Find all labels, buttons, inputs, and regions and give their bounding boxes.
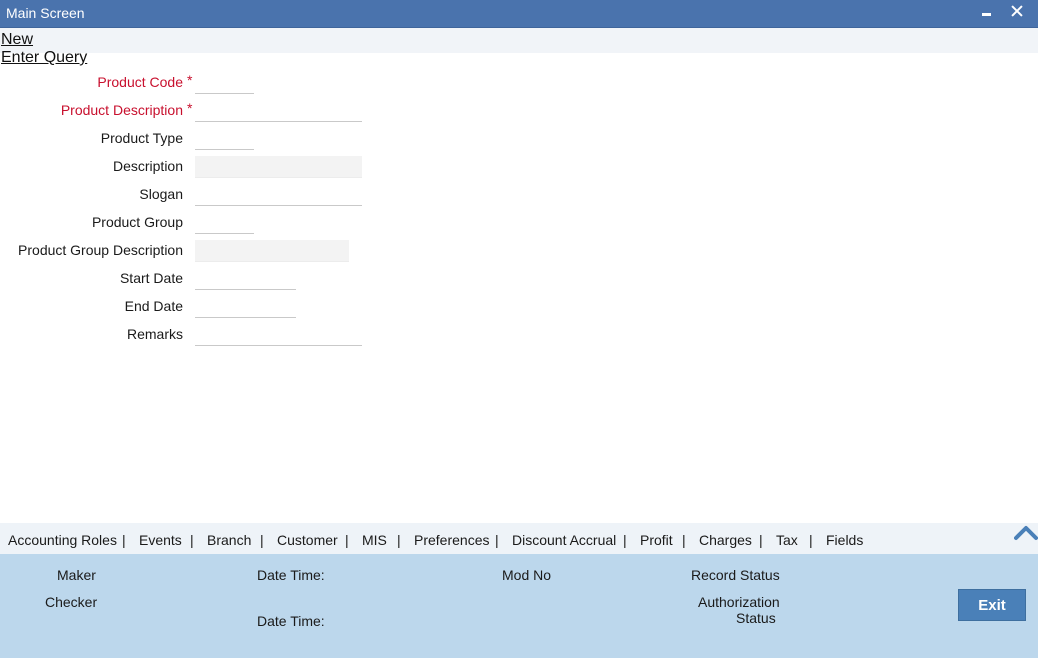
product-code-required-mark: * [187, 72, 193, 88]
remarks-label: Remarks [126, 326, 183, 342]
tab-profit[interactable]: Profit [640, 532, 673, 548]
tab-separator: | [809, 532, 813, 548]
product-group-description-label: Product Group Description [18, 242, 183, 258]
tab-preferences[interactable]: Preferences [414, 532, 489, 548]
exit-button[interactable]: Exit [958, 589, 1026, 621]
product-group-description-input[interactable] [195, 240, 349, 262]
tab-accounting-roles[interactable]: Accounting Roles [8, 532, 117, 548]
product-group-input[interactable] [195, 212, 254, 234]
slogan-label: Slogan [139, 186, 183, 202]
tab-separator: | [759, 532, 763, 548]
product-type-label: Product Type [100, 130, 183, 146]
tab-charges[interactable]: Charges [699, 532, 752, 548]
tab-customer[interactable]: Customer [277, 532, 338, 548]
end-date-input[interactable] [195, 296, 296, 318]
tab-tax[interactable]: Tax [776, 532, 798, 548]
checker-date-time-label: Date Time: [257, 613, 325, 629]
tab-separator: | [260, 532, 264, 548]
tab-separator: | [623, 532, 627, 548]
chevron-up-icon[interactable] [1014, 522, 1038, 542]
tab-separator: | [495, 532, 499, 548]
start-date-label: Start Date [119, 270, 183, 286]
tab-separator: | [345, 532, 349, 548]
tab-discount-accrual[interactable]: Discount Accrual [512, 532, 616, 548]
tab-separator: | [190, 532, 194, 548]
product-code-input[interactable] [195, 72, 254, 94]
tab-branch[interactable]: Branch [207, 532, 251, 548]
product-group-label: Product Group [91, 214, 183, 230]
new-link[interactable]: New [1, 31, 33, 49]
tab-separator: | [397, 532, 401, 548]
maker-label: Maker [57, 567, 96, 583]
end-date-label: End Date [124, 298, 183, 314]
mod-no-label: Mod No [502, 567, 552, 583]
description-label: Description [112, 158, 183, 174]
close-icon[interactable] [1006, 0, 1028, 28]
product-code-label: Product Code [97, 74, 183, 90]
window-title: Main Screen [6, 5, 85, 21]
authorization-label: Authorization [698, 594, 780, 610]
tab-mis[interactable]: MIS [362, 532, 387, 548]
tab-separator: | [682, 532, 686, 548]
description-input[interactable] [195, 156, 362, 178]
authorization-status-label: Status [736, 610, 776, 626]
product-description-input[interactable] [195, 100, 362, 122]
maker-date-time-label: Date Time: [257, 567, 325, 583]
minimize-icon[interactable] [976, 0, 998, 28]
product-type-input[interactable] [195, 128, 254, 150]
toolbar [0, 28, 1038, 53]
section-tab-bar: Accounting Roles | Events | Branch | Cus… [0, 523, 1038, 554]
product-description-label: Product Description [60, 102, 183, 118]
window-titlebar: Main Screen [0, 0, 1038, 28]
checker-label: Checker [45, 594, 98, 610]
tab-separator: | [122, 532, 126, 548]
slogan-input[interactable] [195, 184, 362, 206]
enter-query-link[interactable]: Enter Query [1, 49, 87, 67]
tab-fields[interactable]: Fields [826, 532, 863, 548]
remarks-input[interactable] [195, 324, 362, 346]
tab-events[interactable]: Events [139, 532, 182, 548]
record-status-label: Record Status [691, 567, 780, 583]
start-date-input[interactable] [195, 268, 296, 290]
product-description-required-mark: * [187, 100, 193, 116]
